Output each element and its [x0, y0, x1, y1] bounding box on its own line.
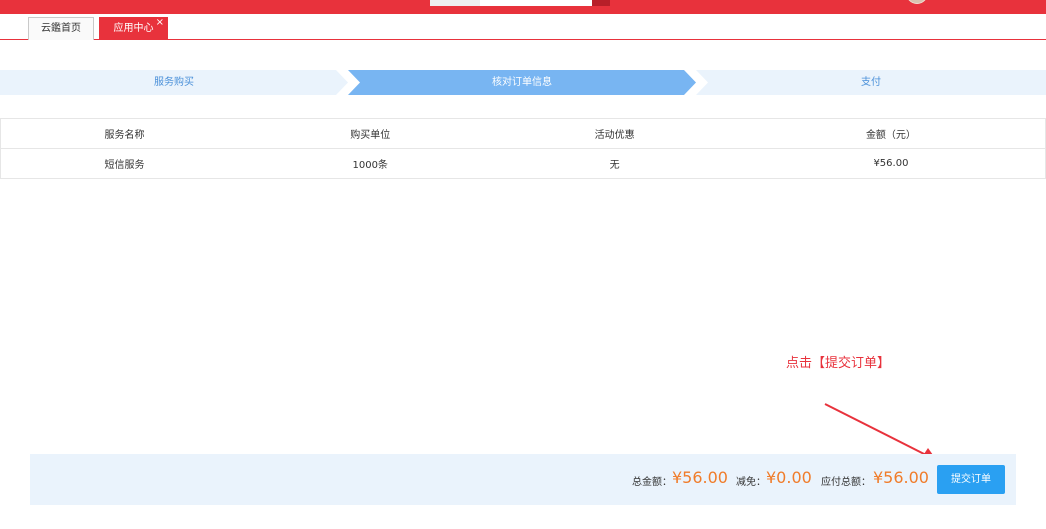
search-type-selector[interactable]	[430, 0, 480, 6]
column-header-service-name: 服务名称	[0, 118, 248, 149]
cell-service-name: 短信服务	[0, 148, 248, 179]
column-header-unit: 购买单位	[248, 118, 493, 149]
order-steps: 服务购买 核对订单信息 支付	[0, 70, 1046, 95]
total-label: 总金额：	[632, 477, 672, 488]
submit-order-button[interactable]: 提交订单	[937, 465, 1005, 494]
column-header-discount: 活动优惠	[492, 118, 737, 149]
annotation-text: 点击【提交订单】	[786, 356, 891, 371]
search-input[interactable]	[480, 0, 592, 6]
avatar[interactable]	[906, 0, 928, 4]
table-row: 短信服务 1000条 无 ¥56.00	[0, 148, 1046, 179]
tab-bar: 云鑑首页 应用中心 ×	[0, 14, 1046, 40]
step-service-purchase: 服务购买	[0, 70, 348, 95]
order-table: 服务名称 购买单位 活动优惠 金额（元） 短信服务 1000条 无 ¥56.00	[0, 118, 1046, 179]
tab-app-center-label: 应用中心	[113, 23, 154, 34]
tab-app-center[interactable]: 应用中心 ×	[99, 17, 168, 40]
cell-discount: 无	[492, 148, 737, 179]
total-value: ¥56.00	[672, 468, 728, 487]
order-summary-bar: 总金额： ¥56.00 减免： ¥0.00 应付总额： ¥56.00 提交订单	[30, 454, 1016, 505]
tab-home-label: 云鑑首页	[41, 23, 81, 34]
cell-amount: ¥56.00	[736, 148, 1046, 179]
payable-value: ¥56.00	[873, 468, 929, 487]
step-payment: 支付	[696, 70, 1046, 95]
table-header-row: 服务名称 购买单位 活动优惠 金额（元）	[0, 118, 1046, 149]
close-icon[interactable]: ×	[156, 12, 164, 33]
discount-value: ¥0.00	[766, 468, 812, 487]
payable-label: 应付总额：	[821, 477, 871, 488]
discount-label: 减免：	[736, 477, 766, 488]
tab-home[interactable]: 云鑑首页	[28, 17, 94, 40]
column-header-amount: 金额（元）	[736, 118, 1046, 149]
step-confirm-order: 核对订单信息	[348, 70, 696, 95]
search-button[interactable]	[592, 0, 610, 6]
cell-unit: 1000条	[248, 148, 493, 179]
